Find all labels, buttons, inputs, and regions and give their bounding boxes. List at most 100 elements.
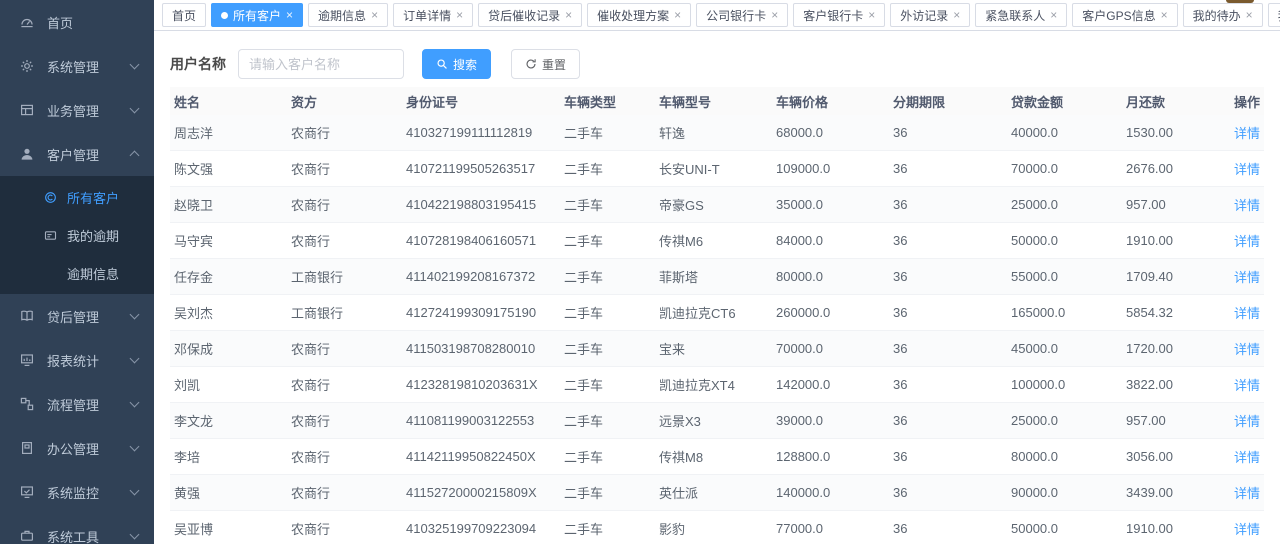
tab[interactable]: 逾期信息× — [308, 3, 388, 27]
refresh-icon — [525, 58, 537, 70]
tab[interactable]: 客户银行卡× — [793, 3, 885, 27]
sidebar-subitem[interactable]: 我的逾期 — [0, 216, 154, 254]
detail-link[interactable]: 详情 — [1234, 414, 1260, 429]
close-icon[interactable]: × — [868, 9, 875, 21]
reset-button[interactable]: 重置 — [511, 49, 580, 79]
detail-link[interactable]: 详情 — [1234, 162, 1260, 177]
sidebar-item[interactable]: 客户管理 — [0, 132, 154, 176]
table-cell: 二手车 — [560, 367, 655, 403]
table-cell-actions: 详情 — [1222, 259, 1264, 295]
table-cell: 84000.0 — [772, 223, 889, 259]
detail-link[interactable]: 详情 — [1234, 270, 1260, 285]
table-cell-actions: 详情 — [1222, 115, 1264, 151]
table-cell: 412724199309175190 — [402, 295, 560, 331]
close-icon[interactable]: × — [456, 9, 463, 21]
tab[interactable]: 首页 — [162, 3, 206, 27]
detail-link[interactable]: 详情 — [1234, 378, 1260, 393]
sidebar-subitem-label: 所有客户 — [67, 188, 119, 207]
table-cell: 410422198803195415 — [402, 187, 560, 223]
table-cell: 41142119950822450X — [402, 439, 560, 475]
detail-link[interactable]: 详情 — [1234, 522, 1260, 537]
tools-icon — [20, 529, 34, 543]
sidebar-subitem-label: 逾期信息 — [67, 264, 119, 283]
tab[interactable]: 公司银行卡× — [696, 3, 788, 27]
sidebar-item[interactable]: 首页 — [0, 0, 154, 44]
table-cell: 68000.0 — [772, 115, 889, 151]
tab[interactable]: 我的待办× — [1183, 3, 1263, 27]
table-cell: 36 — [889, 331, 1007, 367]
column-header: 身份证号 — [402, 87, 560, 115]
tab[interactable]: 外访记录 × — [890, 3, 970, 27]
close-icon[interactable]: × — [674, 9, 681, 21]
dashboard-icon — [20, 15, 34, 29]
table-cell: 黄强 — [170, 475, 287, 511]
sidebar-item[interactable]: 系统工具 — [0, 514, 154, 544]
tab[interactable]: 紧急联系人× — [975, 3, 1067, 27]
table-cell: 55000.0 — [1007, 259, 1122, 295]
tab[interactable]: 我的流程× — [1268, 3, 1280, 27]
sidebar-subitem[interactable]: 所有客户 — [0, 178, 154, 216]
table-cell: 农商行 — [287, 475, 402, 511]
tab[interactable]: 催收处理方案× — [587, 3, 691, 27]
close-icon[interactable]: × — [286, 9, 293, 21]
tab[interactable]: 客户GPS信息× — [1072, 3, 1177, 27]
tab-label: 所有客户 — [233, 7, 281, 24]
tab-label: 贷后催收记录 — [488, 7, 560, 24]
table-cell: 二手车 — [560, 295, 655, 331]
sidebar-item[interactable]: 系统管理 — [0, 44, 154, 88]
close-icon[interactable]: × — [371, 9, 378, 21]
detail-link[interactable]: 详情 — [1234, 450, 1260, 465]
table-cell: 帝豪GS — [655, 187, 772, 223]
search-button[interactable]: 搜索 — [422, 49, 491, 79]
detail-link[interactable]: 详情 — [1234, 198, 1260, 213]
detail-link[interactable]: 详情 — [1234, 342, 1260, 357]
table-cell: 菲斯塔 — [655, 259, 772, 295]
close-icon[interactable]: × — [1246, 9, 1253, 21]
reset-button-label: 重置 — [542, 56, 566, 73]
close-icon[interactable]: × — [953, 9, 960, 21]
detail-link[interactable]: 详情 — [1234, 126, 1260, 141]
table-cell-actions: 详情 — [1222, 511, 1264, 544]
sidebar-item[interactable]: 系统监控 — [0, 470, 154, 514]
sidebar-item[interactable]: 贷后管理 — [0, 294, 154, 338]
table-cell: 41152720000215809X — [402, 475, 560, 511]
close-icon[interactable]: × — [1161, 9, 1168, 21]
sidebar-item[interactable]: 报表统计 — [0, 338, 154, 382]
customer-table: 姓名资方身份证号车辆类型车辆型号车辆价格分期期限贷款金额月还款操作 周志洋农商行… — [170, 87, 1264, 544]
table-cell: 凯迪拉克CT6 — [655, 295, 772, 331]
table-cell: 165000.0 — [1007, 295, 1122, 331]
tab[interactable]: 所有客户 × — [211, 3, 303, 27]
table-row: 李文龙农商行411081199003122553二手车远景X339000.036… — [170, 403, 1264, 439]
close-icon[interactable]: × — [1050, 9, 1057, 21]
close-icon[interactable]: × — [771, 9, 778, 21]
column-header: 操作 — [1222, 87, 1264, 115]
sidebar-item[interactable]: 办公管理 — [0, 426, 154, 470]
detail-link[interactable]: 详情 — [1234, 234, 1260, 249]
table-cell: 36 — [889, 475, 1007, 511]
table-cell: 36 — [889, 367, 1007, 403]
tab[interactable]: 订单详情× — [393, 3, 473, 27]
table-cell: 吴亚博 — [170, 511, 287, 544]
table-row: 吴刘杰工商银行412724199309175190二手车凯迪拉克CT626000… — [170, 295, 1264, 331]
active-tab-dot-icon — [221, 12, 228, 19]
table-cell: 长安UNI-T — [655, 151, 772, 187]
sidebar-subitem-label: 我的逾期 — [67, 226, 119, 245]
tab-label: 外访记录 — [900, 7, 948, 24]
sidebar-subitem[interactable]: 逾期信息 — [0, 254, 154, 292]
detail-link[interactable]: 详情 — [1234, 306, 1260, 321]
detail-link[interactable]: 详情 — [1234, 486, 1260, 501]
close-icon[interactable]: × — [565, 9, 572, 21]
sidebar-item[interactable]: 业务管理 — [0, 88, 154, 132]
search-input[interactable] — [238, 49, 404, 79]
sidebar-item-label: 报表统计 — [47, 351, 131, 370]
table-cell: 957.00 — [1122, 403, 1222, 439]
table-cell: 45000.0 — [1007, 331, 1122, 367]
sidebar-item[interactable]: 流程管理 — [0, 382, 154, 426]
table-cell: 1530.00 — [1122, 115, 1222, 151]
sidebar-item-label: 流程管理 — [47, 395, 131, 414]
table-cell: 李培 — [170, 439, 287, 475]
chevron-down-icon — [130, 60, 140, 70]
chevron-down-icon — [130, 530, 140, 540]
tab[interactable]: 贷后催收记录 × — [478, 3, 582, 27]
chevron-down-icon — [130, 398, 140, 408]
